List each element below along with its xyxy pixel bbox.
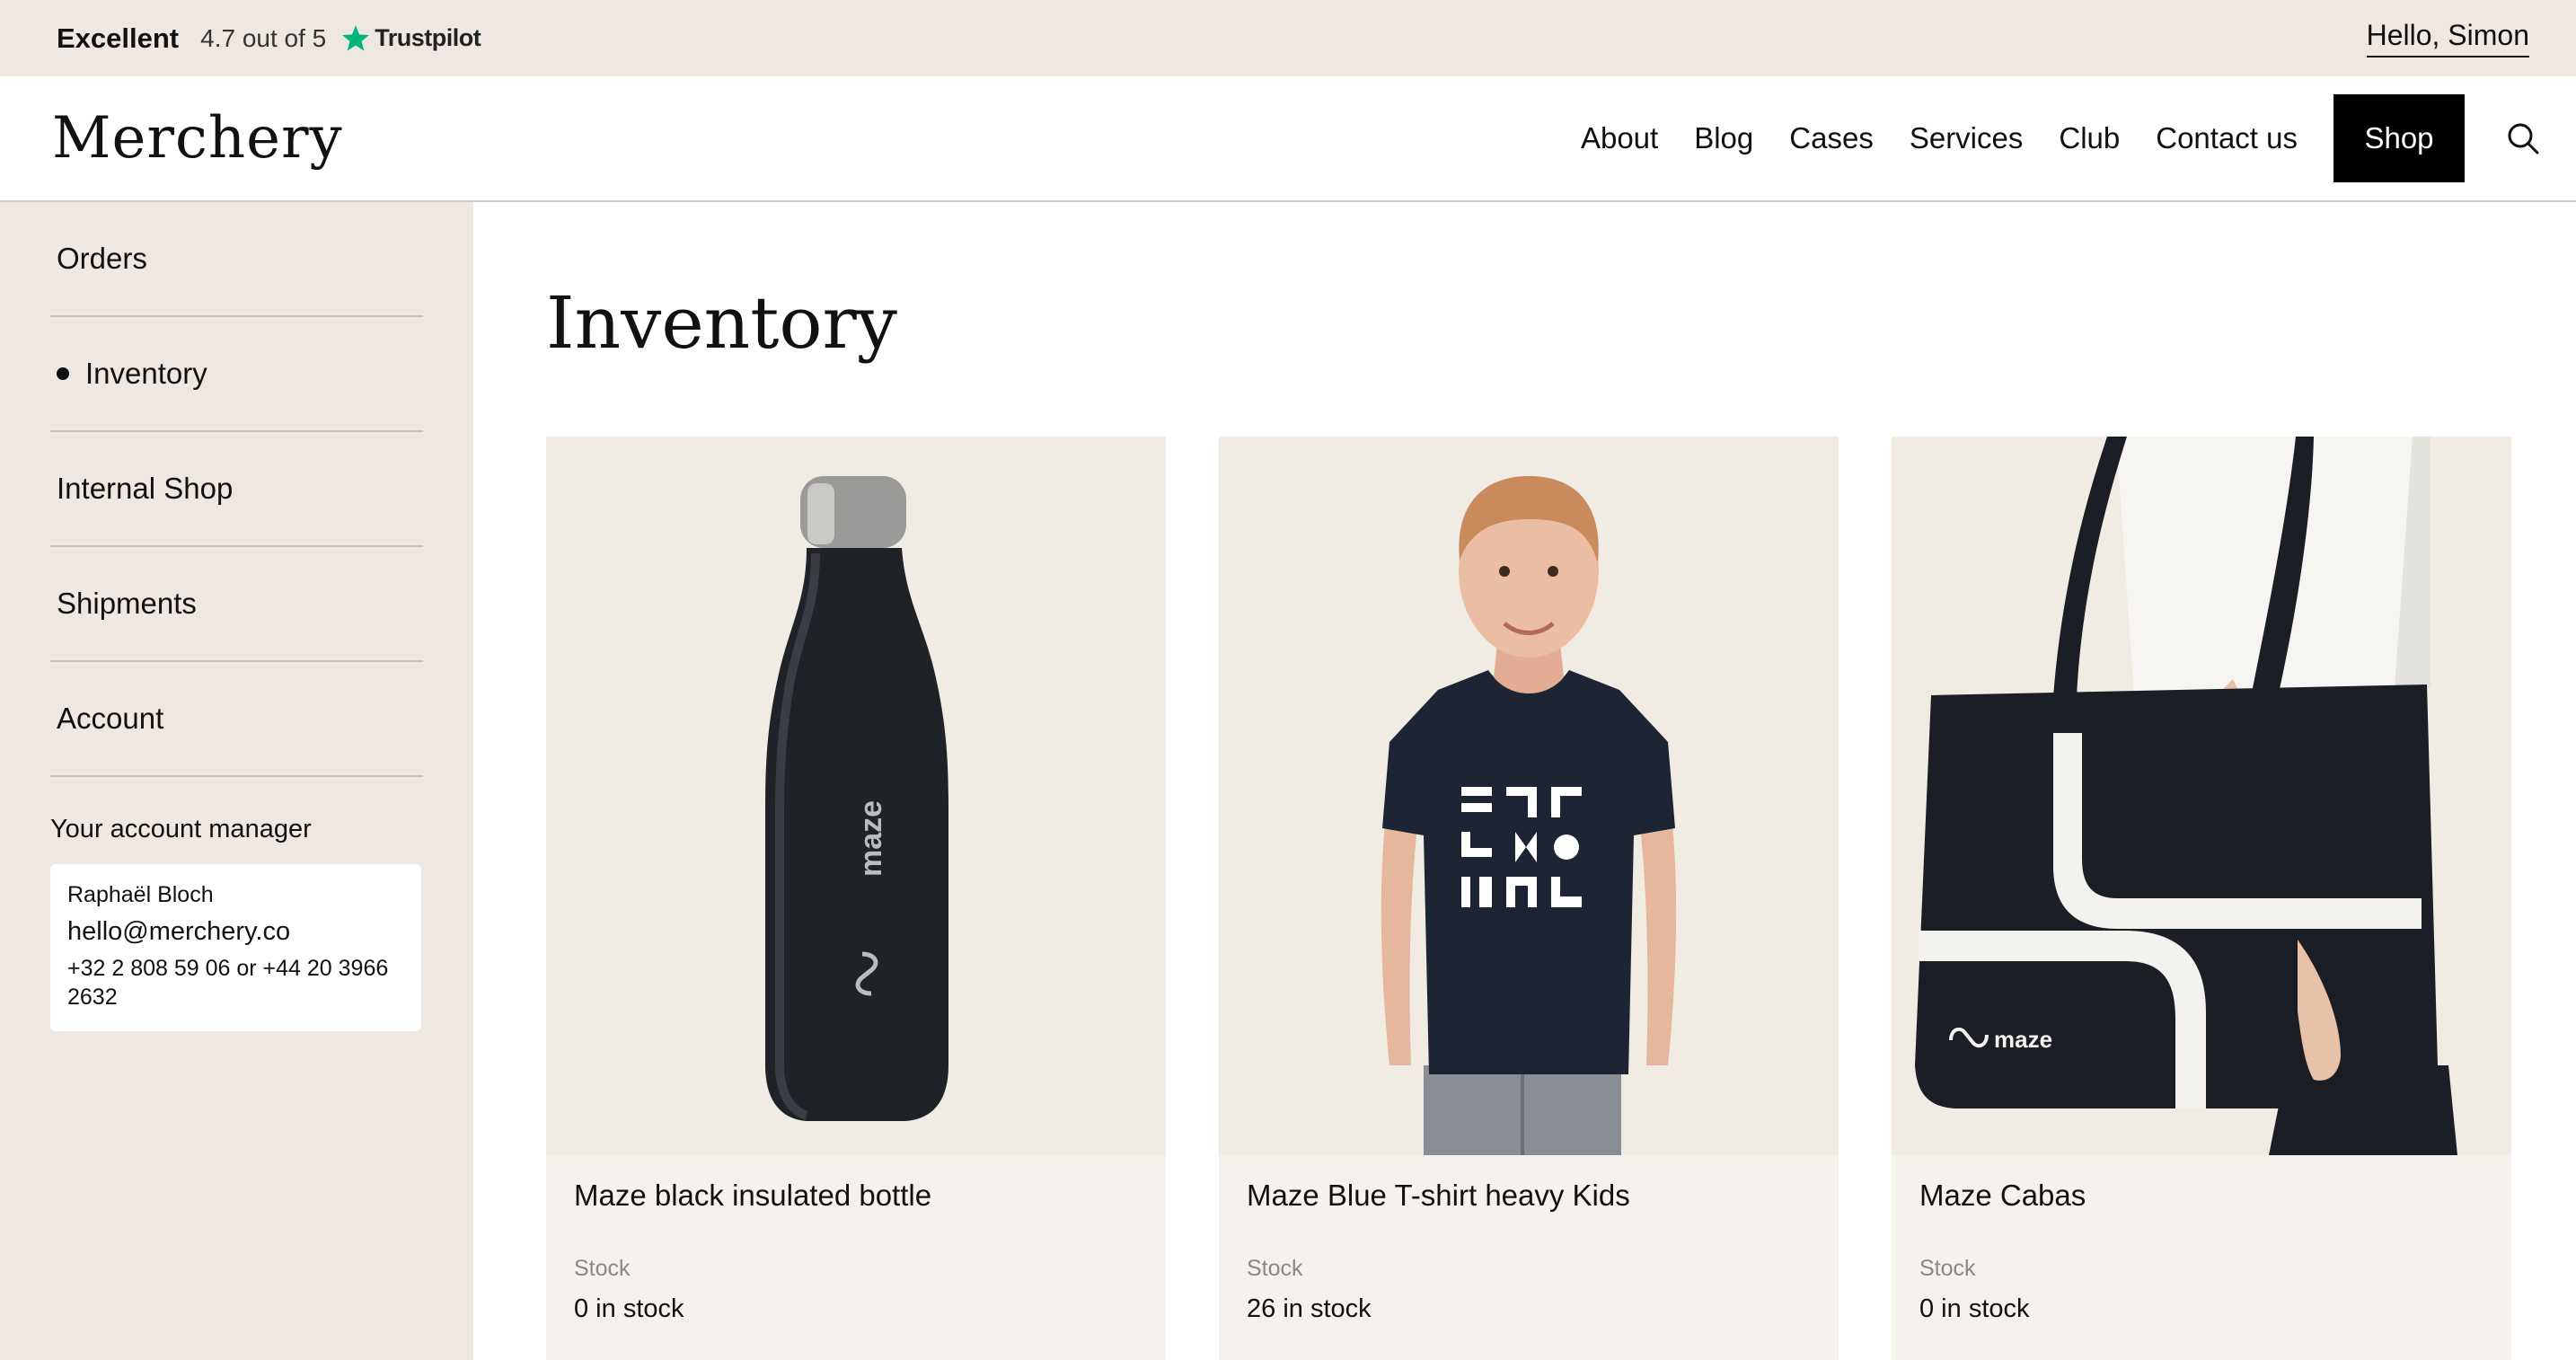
main-nav: About Blog Cases Services Club Contact u… [1545,94,2542,182]
product-image-bottle: maze [546,437,1166,1155]
sidebar-item-label: Internal Shop [57,472,234,505]
nav-contact[interactable]: Contact us [2156,121,2298,155]
star-icon [340,23,371,54]
active-dot-icon [57,367,69,380]
stock-value: 0 in stock [1919,1294,2030,1323]
stock-label: Stock [1919,1256,1976,1281]
stock-label: Stock [574,1256,631,1281]
product-card-body: Maze Cabas Stock 0 in stock [1892,1155,2511,1324]
user-greeting-link[interactable]: Hello, Simon [2366,19,2529,57]
trust-bar: Excellent 4.7 out of 5 Trustpilot Hello,… [0,0,2576,76]
sidebar-item-orders[interactable]: Orders [50,202,423,317]
sidebar-item-inventory[interactable]: Inventory [50,317,423,432]
main-header: Merchery About Blog Cases Services Club … [0,76,2576,202]
nav-about[interactable]: About [1581,121,1658,155]
product-card-body: Maze black insulated bottle Stock 0 in s… [546,1155,1166,1324]
manager-name: Raphaël Bloch [67,882,214,907]
stock-value: 0 in stock [574,1294,684,1323]
manager-email[interactable]: hello@merchery.co [67,917,403,947]
search-icon[interactable] [2504,119,2542,157]
sidebar-item-account[interactable]: Account [50,662,423,777]
trustpilot-rating[interactable]: Excellent 4.7 out of 5 Trustpilot [57,22,481,55]
product-image-tshirt [1219,437,1839,1155]
product-name: Maze Blue T-shirt heavy Kids [1247,1179,1630,1212]
bottle-brand-text: maze [854,800,888,877]
stock-value: 26 in stock [1247,1294,1372,1323]
nav-cases[interactable]: Cases [1789,121,1874,155]
merchery-logo[interactable]: Merchery [52,105,343,172]
account-manager-title: Your account manager [50,815,312,843]
nav-services[interactable]: Services [1910,121,2024,155]
product-image-tote-bag: maze [1892,437,2511,1155]
product-card[interactable]: maze Maze black insulated bottle Stock 0… [546,437,1166,1360]
sidebar: Orders Inventory Internal Shop Shipments… [0,202,473,1360]
sidebar-item-internal-shop[interactable]: Internal Shop [50,432,423,547]
shop-button[interactable]: Shop [2333,94,2465,182]
stock-label: Stock [1247,1256,1303,1281]
rating-word: Excellent [57,22,180,54]
account-manager-card: Raphaël Bloch hello@merchery.co +32 2 80… [50,864,421,1031]
bag-brand-text: maze [1994,1026,2052,1053]
sidebar-item-label: Inventory [85,357,207,390]
product-name: Maze black insulated bottle [574,1179,932,1212]
product-grid: maze Maze black insulated bottle Stock 0… [546,437,2511,1360]
product-name: Maze Cabas [1919,1179,2086,1212]
nav-club[interactable]: Club [2059,121,2120,155]
nav-blog[interactable]: Blog [1694,121,1753,155]
sidebar-menu: Orders Inventory Internal Shop Shipments… [50,202,423,777]
sidebar-item-shipments[interactable]: Shipments [50,547,423,662]
manager-phone[interactable]: +32 2 808 59 06 or +44 20 3966 2632 [67,954,403,1011]
main-content: Inventory maze Maze black insulated bott… [473,202,2576,1360]
sidebar-item-label: Account [57,702,164,735]
rating-text: 4.7 out of 5 [200,23,327,52]
trustpilot-brand: Trustpilot [375,24,481,51]
product-card[interactable]: Maze Blue T-shirt heavy Kids Stock 26 in… [1219,437,1839,1360]
product-card-body: Maze Blue T-shirt heavy Kids Stock 26 in… [1219,1155,1839,1324]
sidebar-item-label: Orders [57,242,147,275]
product-card[interactable]: maze Maze Cabas Stock 0 in stock [1892,437,2511,1360]
page-title: Inventory [546,281,897,365]
sidebar-item-label: Shipments [57,587,197,620]
